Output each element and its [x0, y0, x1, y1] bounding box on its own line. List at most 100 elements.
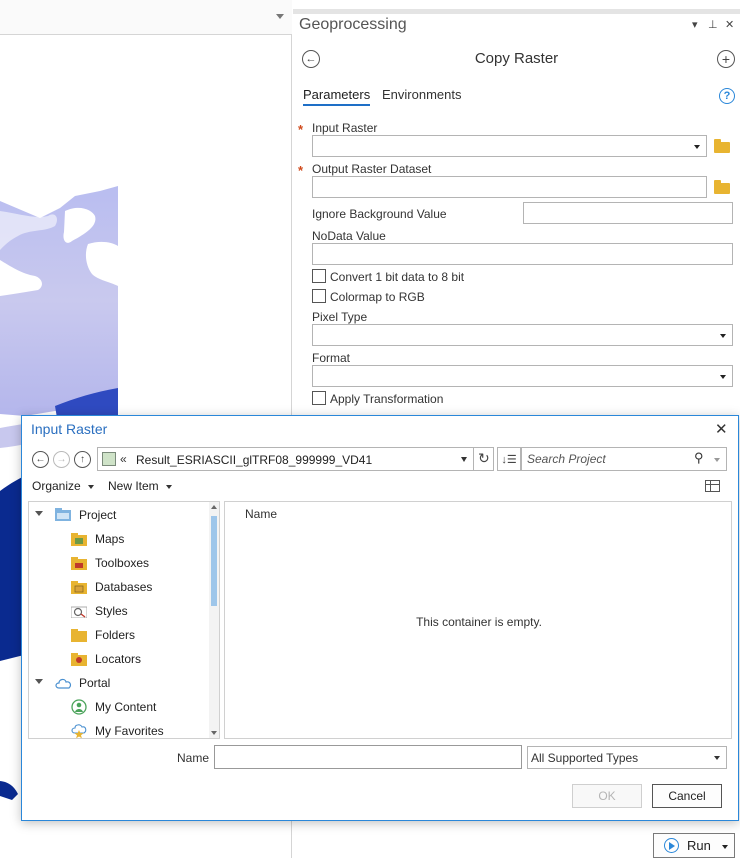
organize-label: Organize	[32, 479, 81, 493]
dialog-title: Input Raster	[31, 421, 108, 437]
tree-item-label: Project	[79, 508, 117, 522]
convert-1bit-label: Convert 1 bit data to 8 bit	[330, 270, 465, 284]
input-raster-dialog: Input Raster ✕ ← → ↑ « Result_ESRIASCII_…	[21, 415, 739, 821]
maps-icon	[71, 533, 87, 549]
tree-item-label: Folders	[95, 628, 136, 642]
format-label: Format	[312, 351, 351, 365]
tree-item-locators[interactable]: Locators	[29, 649, 207, 669]
tab-parameters[interactable]: Parameters	[303, 87, 371, 106]
sort-icon[interactable]: ↓☰	[497, 447, 521, 471]
scroll-down-icon[interactable]	[211, 731, 217, 735]
run-play-icon	[664, 838, 679, 853]
scrollbar-thumb[interactable]	[211, 516, 217, 606]
search-options-caret-icon[interactable]	[714, 458, 720, 462]
tree-item-label: My Favorites	[95, 724, 164, 738]
search-box: ⚲	[521, 447, 727, 471]
expand-caret-icon[interactable]	[35, 511, 43, 516]
map-menu-caret-icon[interactable]	[276, 14, 284, 19]
input-raster-combobox[interactable]	[312, 135, 707, 157]
browse-folder-icon[interactable]	[714, 180, 730, 194]
map-view-header	[0, 0, 292, 35]
tree-item-databases[interactable]: Databases	[29, 577, 207, 597]
pin-icon[interactable]: ⊥	[708, 18, 718, 31]
databases-icon	[71, 581, 87, 597]
tree-item-my-favorites[interactable]: My Favorites	[29, 721, 207, 738]
close-icon[interactable]: ✕	[715, 420, 728, 438]
toolboxes-icon	[71, 557, 87, 573]
output-raster-label: Output Raster Dataset	[312, 162, 432, 176]
format-select[interactable]	[312, 365, 733, 387]
tree-item-maps[interactable]: Maps	[29, 529, 207, 549]
name-input[interactable]	[214, 745, 522, 769]
tree-item-styles[interactable]: Styles	[29, 601, 207, 621]
organize-menu[interactable]: Organize	[32, 479, 94, 493]
portal-cloud-icon	[55, 676, 72, 692]
new-item-label: New Item	[108, 479, 159, 493]
ignore-background-field[interactable]	[523, 202, 733, 224]
apply-transformation-checkbox[interactable]	[312, 391, 326, 405]
forward-arrow-icon[interactable]: →	[53, 451, 70, 468]
run-options-caret-icon[interactable]	[722, 845, 728, 849]
tree-item-label: Toolboxes	[95, 556, 150, 570]
tree-item-label: My Content	[95, 700, 157, 714]
colormap-rgb-label: Colormap to RGB	[330, 290, 425, 304]
chevron-down-icon	[87, 484, 94, 489]
browse-folder-icon[interactable]	[714, 139, 730, 153]
tree-item-portal[interactable]: Portal	[29, 673, 207, 693]
tool-title: Copy Raster	[474, 50, 559, 67]
content-list[interactable]: Name This container is empty.	[224, 501, 732, 739]
run-button[interactable]: Run	[653, 833, 735, 858]
search-input[interactable]	[527, 452, 687, 466]
column-header-name[interactable]: Name	[245, 507, 277, 521]
file-type-select[interactable]: All Supported Types	[527, 746, 727, 769]
scroll-up-icon[interactable]	[211, 505, 217, 509]
cancel-button[interactable]: Cancel	[652, 784, 722, 808]
styles-icon	[70, 605, 88, 621]
view-layout-icon[interactable]	[705, 480, 720, 492]
new-item-menu[interactable]: New Item	[108, 479, 172, 493]
expand-caret-icon[interactable]	[35, 679, 43, 684]
location-dropdown-icon[interactable]	[461, 457, 467, 462]
nodata-field[interactable]	[312, 243, 733, 265]
search-icon[interactable]: ⚲	[694, 450, 704, 466]
tree-item-label: Styles	[95, 604, 128, 618]
tree-item-label: Portal	[79, 676, 111, 690]
empty-message: This container is empty.	[416, 615, 542, 629]
navigation-tree[interactable]: Project Maps Toolboxes Databases Styles …	[28, 501, 220, 739]
file-type-value: All Supported Types	[531, 751, 639, 765]
tree-item-folders[interactable]: Folders	[29, 625, 207, 645]
close-pane-icon[interactable]: ✕	[725, 18, 734, 31]
pane-options-caret-icon[interactable]: ▾	[692, 18, 698, 31]
my-favorites-icon	[71, 723, 87, 738]
tab-environments[interactable]: Environments	[382, 87, 461, 102]
locators-icon	[71, 653, 87, 669]
back-arrow-icon[interactable]: ←	[32, 451, 49, 468]
ignore-background-label: Ignore Background Value	[312, 207, 447, 221]
location-bar[interactable]: « Result_ESRIASCII_glTRF08_999999_VD41 ↻	[97, 447, 494, 471]
add-icon[interactable]: +	[717, 50, 735, 68]
output-raster-field[interactable]	[312, 176, 707, 198]
convert-1bit-checkbox[interactable]	[312, 269, 326, 283]
up-arrow-icon[interactable]: ↑	[74, 451, 91, 468]
tree-item-label: Databases	[95, 580, 153, 594]
tree-item-my-content[interactable]: My Content	[29, 697, 207, 717]
refresh-icon[interactable]: ↻	[478, 450, 490, 467]
required-marker-icon: *	[298, 163, 304, 178]
ok-button[interactable]: OK	[572, 784, 642, 808]
pixel-type-label: Pixel Type	[312, 310, 368, 324]
tree-scrollbar[interactable]	[209, 502, 219, 738]
tree-item-label: Locators	[95, 652, 142, 666]
help-icon[interactable]: ?	[719, 88, 735, 104]
colormap-rgb-checkbox[interactable]	[312, 289, 326, 303]
pixel-type-select[interactable]	[312, 324, 733, 346]
tree-item-label: Maps	[95, 532, 125, 546]
pane-top-border	[293, 9, 740, 14]
tree-item-toolboxes[interactable]: Toolboxes	[29, 553, 207, 573]
chevron-down-icon	[714, 756, 720, 760]
chevron-down-icon	[165, 484, 172, 489]
name-label: Name	[177, 751, 210, 765]
run-button-label: Run	[687, 838, 711, 853]
required-marker-icon: *	[298, 122, 304, 137]
tree-item-project[interactable]: Project	[29, 505, 207, 525]
path-overflow-icon[interactable]: «	[120, 452, 127, 466]
